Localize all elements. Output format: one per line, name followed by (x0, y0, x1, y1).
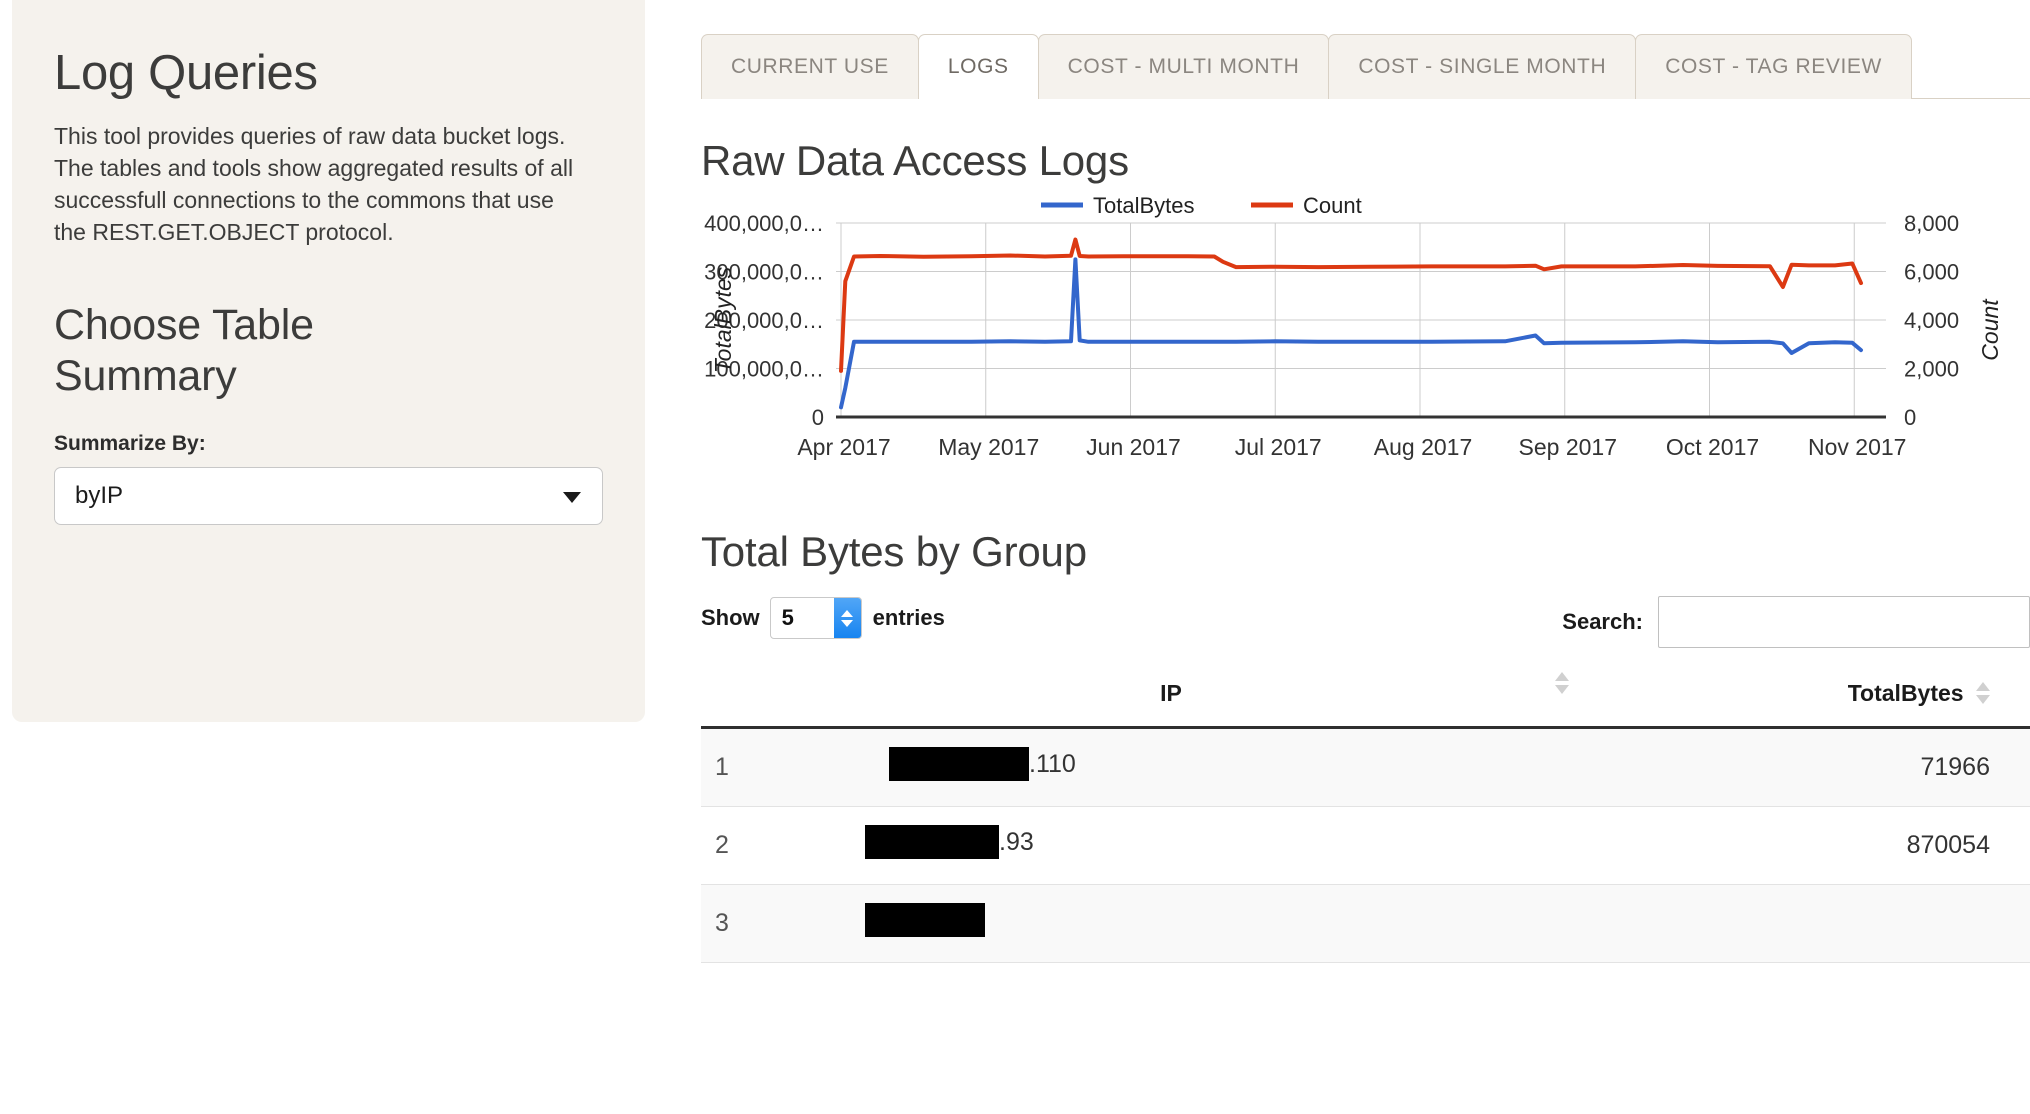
summarize-by-label: Summarize By: (54, 431, 206, 455)
tab-logs[interactable]: LOGS (917, 34, 1039, 99)
table-body: 1 .110 71966 2 .93 870054 3 (701, 727, 2030, 963)
column-header-ip-label: IP (1160, 680, 1182, 706)
redaction-box (865, 825, 999, 859)
table-controls: Show 5 entries Search: (701, 596, 2030, 653)
table-heading: Total Bytes by Group (701, 528, 1087, 575)
cell-totalbytes (1581, 884, 2030, 963)
log-queries-page: Log Queries This tool provides queries o… (0, 0, 2030, 1114)
x-tick-label: Jun 2017 (1086, 434, 1181, 460)
raw-data-access-logs-chart[interactable]: TotalBytes Count 0 0 100,000,0… 2,000 200,000,… (701, 195, 2021, 495)
table-row[interactable]: 1 .110 71966 (701, 727, 2030, 807)
show-entries-control: Show 5 entries (701, 597, 945, 639)
table-head: IP TotalBytes (701, 672, 2030, 729)
cell-index: 1 (701, 727, 761, 807)
sort-icon-ip[interactable] (1555, 672, 1569, 707)
x-tick-label: Apr 2017 (797, 434, 890, 460)
choose-table-summary-heading: Choose Table Summary (54, 301, 314, 401)
tab-bar: CURRENT USE LOGS COST - MULTI MONTH COST - … (701, 0, 2030, 99)
series-line-totalbytes[interactable] (839, 257, 1863, 410)
cell-totalbytes: 71966 (1581, 727, 2030, 807)
sort-icon-totalbytes[interactable] (1976, 681, 1990, 704)
y2-tick-label: 0 (1904, 405, 1916, 430)
page-title: Log Queries (54, 46, 318, 100)
chart-gridlines: 0 0100,000,0… 2,000200,000,0… 4,000300,000,… (704, 211, 1959, 460)
chart-heading: Raw Data Access Logs (701, 137, 1129, 184)
y-axis-title: TotalBytes (710, 266, 736, 373)
column-header-ip[interactable]: IP (761, 672, 1581, 729)
column-header-totalbytes[interactable]: TotalBytes (1581, 674, 2030, 729)
entries-label: entries (872, 605, 945, 630)
tab-cost-tag-review[interactable]: COST - TAG REVIEW (1635, 34, 1912, 99)
x-tick-label: Oct 2017 (1666, 434, 1759, 460)
y-tick-label: 400,000,0… (704, 211, 824, 236)
y2-tick-label: 4,000 (1904, 308, 1959, 333)
show-label: Show (701, 605, 760, 630)
ip-value: .110 (761, 747, 1076, 781)
total-bytes-table: IP TotalBytes 1 .110 71966 2 .93 870054 3 (701, 672, 2030, 963)
legend-label-totalbytes: TotalBytes (1093, 195, 1195, 218)
cell-index: 3 (701, 884, 761, 963)
ip-value (761, 903, 985, 937)
column-header-index (701, 674, 761, 729)
stepper-buttons[interactable] (833, 598, 861, 638)
x-tick-label: Nov 2017 (1808, 434, 1906, 460)
tab-current-use[interactable]: CURRENT USE (701, 34, 919, 99)
redaction-box (865, 903, 985, 937)
sidebar-description: This tool provides queries of raw data b… (54, 123, 574, 245)
cell-ip (761, 884, 1581, 963)
table-row[interactable]: 2 .93 870054 (701, 806, 2030, 885)
sidebar-panel: Log Queries This tool provides queries o… (12, 0, 645, 722)
entries-stepper[interactable]: 5 (769, 597, 862, 639)
cell-ip: .93 (761, 806, 1581, 885)
table-row[interactable]: 3 (701, 884, 2030, 963)
series-line-count[interactable] (839, 237, 1863, 373)
stepper-down-icon[interactable] (841, 619, 854, 627)
ip-suffix: .110 (1029, 749, 1076, 778)
legend-label-count: Count (1303, 195, 1362, 218)
summarize-by-select[interactable]: byIP (54, 466, 603, 525)
y-tick-label: 0 (812, 405, 824, 430)
entries-value[interactable]: 5 (771, 598, 834, 638)
y2-tick-label: 6,000 (1904, 260, 1959, 285)
tab-list: CURRENT USE LOGS COST - MULTI MONTH COST - … (701, 33, 2030, 99)
redaction-box (889, 747, 1029, 781)
chart-legend: TotalBytes Count (1041, 195, 1362, 218)
cell-ip: .110 (761, 727, 1581, 807)
x-tick-label: Sep 2017 (1519, 434, 1617, 460)
y2-tick-label: 8,000 (1904, 211, 1959, 236)
search-input[interactable] (1658, 596, 2030, 648)
x-tick-label: Aug 2017 (1374, 434, 1472, 460)
summarize-by-select-wrapper: byIP (54, 466, 603, 525)
tab-cost-single-month[interactable]: COST - SINGLE MONTH (1328, 34, 1637, 99)
y2-tick-label: 2,000 (1904, 357, 1959, 382)
ip-suffix: .93 (999, 827, 1034, 856)
ip-value: .93 (761, 825, 1034, 859)
table-search: Search: (1562, 596, 2030, 648)
stepper-up-icon[interactable] (841, 609, 854, 617)
x-tick-label: Jul 2017 (1235, 434, 1322, 460)
cell-index: 2 (701, 806, 761, 885)
tab-cost-multi-month[interactable]: COST - MULTI MONTH (1037, 34, 1330, 99)
x-tick-label: May 2017 (938, 434, 1039, 460)
cell-totalbytes: 870054 (1581, 806, 2030, 885)
main-content: CURRENT USE LOGS COST - MULTI MONTH COST - … (645, 0, 2030, 1114)
table-header-row: IP TotalBytes (701, 672, 2030, 729)
column-header-totalbytes-label: TotalBytes (1847, 680, 1964, 706)
y2-axis-title: Count (1977, 298, 2003, 361)
chart-svg: TotalBytes Count0 0100,000,0… 2,000200,000,… (704, 195, 2003, 460)
search-label: Search: (1562, 609, 1643, 634)
